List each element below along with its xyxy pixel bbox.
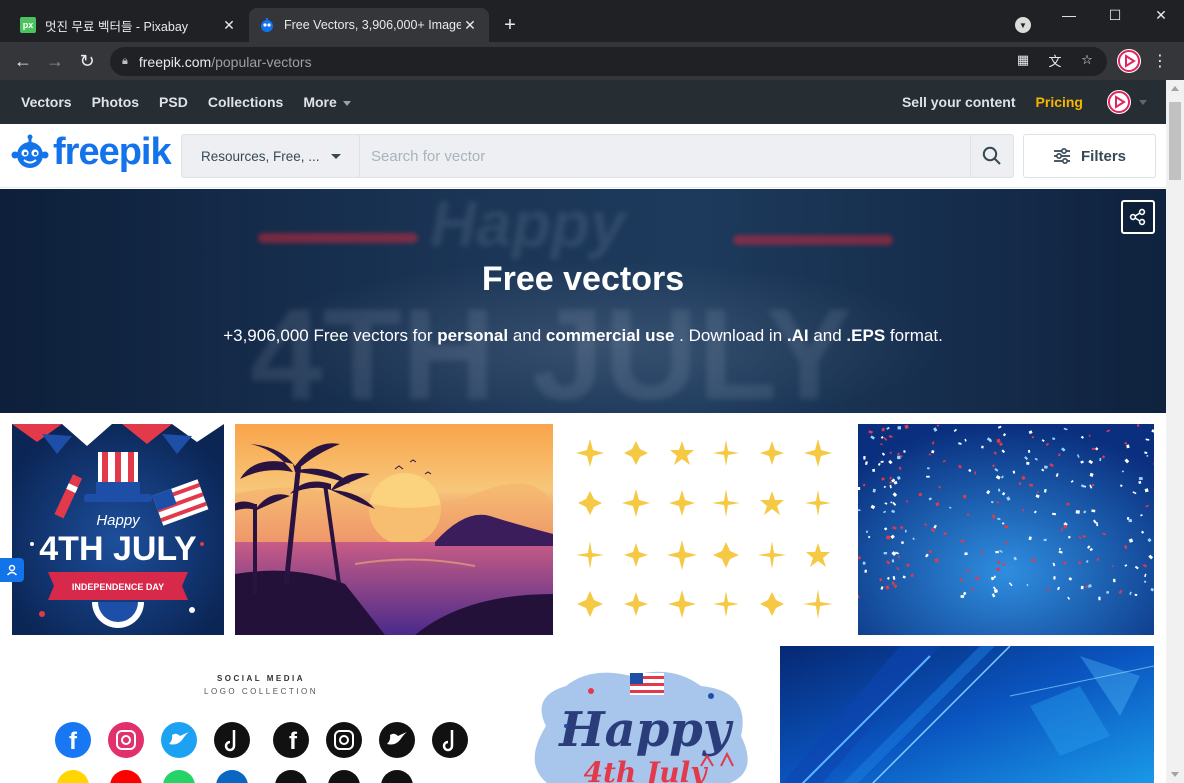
user-avatar-icon[interactable] xyxy=(1107,90,1131,114)
user-menu-chevron-icon[interactable] xyxy=(1139,99,1147,105)
abstract-illustration xyxy=(780,646,1154,783)
hero-bg-text: 4TH JULY xyxy=(250,281,853,413)
svg-text:Happy: Happy xyxy=(96,512,141,529)
sliders-icon xyxy=(1053,148,1070,164)
page-scrollbar[interactable] xyxy=(1166,80,1184,783)
july-illustration: Happy 4TH JULY INDEPENDENCE DAY xyxy=(12,424,224,635)
nav-vectors[interactable]: Vectors xyxy=(21,94,72,110)
vector-thumbnail-blue-abstract[interactable] xyxy=(780,646,1154,783)
maximize-icon[interactable]: ☐ xyxy=(1092,0,1138,30)
nav-psd[interactable]: PSD xyxy=(159,94,188,110)
hero-subtitle: +3,906,000 Free vectors for personal and… xyxy=(223,326,943,345)
address-bar[interactable]: 🔒︎ freepik.com/popular-vectors xyxy=(110,47,1107,76)
window-controls: — ☐ ✕ xyxy=(1046,0,1184,32)
forward-icon[interactable]: → xyxy=(44,50,66,72)
scroll-up-icon[interactable] xyxy=(1171,86,1179,91)
hero-decor xyxy=(258,233,418,243)
close-tab-icon[interactable]: ✕ xyxy=(220,17,238,34)
close-window-icon[interactable]: ✕ xyxy=(1138,0,1184,30)
freepik-mascot-icon xyxy=(11,134,49,170)
user-feedback-icon xyxy=(6,564,18,576)
omnibox-icons: ▦ 文 ☆ xyxy=(1014,51,1096,69)
lettering-illustration: Happy 4th July xyxy=(534,671,748,783)
vector-thumbnail-confetti[interactable] xyxy=(858,424,1154,635)
logo-text: freepik xyxy=(53,131,172,173)
new-tab-button[interactable]: + xyxy=(498,14,522,36)
pixabay-favicon-icon: px xyxy=(20,17,36,33)
top-navigation-right: Sell your content Pricing xyxy=(902,80,1166,124)
hero-decor xyxy=(733,235,893,245)
svg-text:Happy: Happy xyxy=(557,702,734,758)
filters-label: Filters xyxy=(1080,147,1126,165)
tab-title: Free Vectors, 3,906,000+ Images xyxy=(284,18,461,32)
scrollbar-thumb[interactable] xyxy=(1169,102,1181,180)
search-bar: Resources, Free, ... xyxy=(181,134,1014,178)
webpage: Vectors Photos PSD Collections More Sell… xyxy=(0,80,1166,783)
nav-photos[interactable]: Photos xyxy=(92,94,139,110)
sell-content-link[interactable]: Sell your content xyxy=(902,94,1016,110)
svg-text:4TH JULY: 4TH JULY xyxy=(39,530,197,568)
browser-toolbar: ← → ↻ 🔒︎ freepik.com/popular-vectors ▦ 文… xyxy=(0,42,1184,80)
profile-avatar-icon[interactable] xyxy=(1117,49,1141,73)
page-title: Free vectors xyxy=(481,260,685,298)
bookmark-star-icon[interactable]: ☆ xyxy=(1078,51,1096,69)
svg-text:f: f xyxy=(289,728,298,755)
svg-text:f: f xyxy=(69,728,78,755)
scroll-down-icon[interactable] xyxy=(1171,772,1179,777)
filters-button[interactable]: Filters xyxy=(1023,134,1156,178)
close-tab-icon[interactable]: ✕ xyxy=(461,17,479,34)
tab-pixabay[interactable]: px 멋진 무료 벡터들 - Pixabay ✕ xyxy=(10,8,248,42)
minimize-icon[interactable]: — xyxy=(1046,0,1092,30)
nav-collections[interactable]: Collections xyxy=(208,94,283,110)
freepik-favicon-icon xyxy=(259,17,275,33)
reload-icon[interactable]: ↻ xyxy=(76,50,98,72)
pricing-link[interactable]: Pricing xyxy=(1036,94,1083,110)
back-icon[interactable]: ← xyxy=(12,50,34,72)
nav-more[interactable]: More xyxy=(303,94,350,110)
sunset-illustration xyxy=(235,424,553,635)
tab-freepik[interactable]: Free Vectors, 3,906,000+ Images ✕ xyxy=(249,8,489,42)
search-button[interactable] xyxy=(970,135,1013,177)
svg-text:4th July: 4th July xyxy=(583,756,708,783)
vector-thumbnail-4th-july[interactable]: Happy 4TH JULY INDEPENDENCE DAY xyxy=(12,424,224,635)
search-icon xyxy=(982,146,1001,165)
share-icon xyxy=(1129,208,1146,226)
freepik-logo[interactable]: freepik xyxy=(11,131,172,173)
url-host: freepik.com xyxy=(138,53,212,70)
vector-thumbnail-happy-lettering[interactable]: Happy 4th July xyxy=(521,646,770,783)
tab-title: 멋진 무료 벡터들 - Pixabay xyxy=(45,19,189,34)
qr-code-icon[interactable]: ▦ xyxy=(1014,51,1032,69)
browser-menu-icon[interactable]: ⋮ xyxy=(1152,51,1168,71)
vector-thumbnail-tropical-sunset[interactable] xyxy=(235,424,553,635)
url-path: /popular-vectors xyxy=(211,53,312,70)
top-navigation: Vectors Photos PSD Collections More Sell… xyxy=(0,80,1166,124)
social-logos-illustration: SOCIAL MEDIA LOGO COLLECTION f f xyxy=(55,674,468,783)
tab-search-icon[interactable]: ▼ xyxy=(1015,17,1031,33)
resource-filter-dropdown[interactable]: Resources, Free, ... xyxy=(182,135,360,177)
feedback-button[interactable] xyxy=(0,558,24,582)
hero-bg-text: Happy xyxy=(430,189,626,260)
svg-text:INDEPENDENCE DAY: INDEPENDENCE DAY xyxy=(72,582,164,592)
search-input[interactable] xyxy=(360,135,970,177)
share-button[interactable] xyxy=(1121,200,1155,234)
sparkles-illustration xyxy=(576,439,833,619)
svg-text:SOCIAL MEDIA: SOCIAL MEDIA xyxy=(217,674,305,683)
hero-banner: Happy 4TH JULY Free vectors +3,906,000 F… xyxy=(0,189,1166,413)
confetti-illustration xyxy=(858,424,1154,635)
site-header: freepik Resources, Free, ... Filters xyxy=(0,124,1166,188)
svg-text:LOGO COLLECTION: LOGO COLLECTION xyxy=(204,687,318,696)
vector-thumbnail-social-media[interactable]: SOCIAL MEDIA LOGO COLLECTION f f xyxy=(12,646,510,783)
vector-thumbnail-sparkles[interactable] xyxy=(563,424,847,635)
translate-icon[interactable]: 文 xyxy=(1046,51,1064,69)
lock-icon: 🔒︎ xyxy=(122,55,128,67)
browser-tabstrip: px 멋진 무료 벡터들 - Pixabay ✕ Free Vectors, 3… xyxy=(0,0,1184,42)
